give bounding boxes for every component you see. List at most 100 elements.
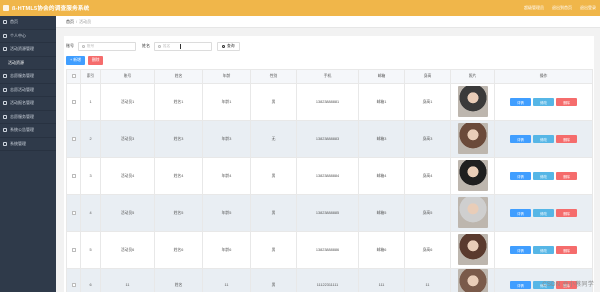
cell-photo <box>450 120 495 158</box>
edit-button[interactable]: 修改 <box>533 246 554 254</box>
sidebar-item-7[interactable]: 志愿服务管理 <box>0 111 56 124</box>
cell-index: 3 <box>80 157 101 195</box>
profile-photo <box>457 197 488 228</box>
sidebar-item-label: 活动报名管理 <box>10 100 34 106</box>
list-icon <box>3 74 7 79</box>
delete-button[interactable]: 删除 <box>556 172 577 180</box>
detail-button[interactable]: 详情 <box>510 98 531 106</box>
edit-button[interactable]: 修改 <box>533 209 554 217</box>
profile-photo <box>457 160 488 191</box>
cell-name: 姓名1 <box>154 83 203 121</box>
detail-button[interactable]: 详情 <box>510 209 531 217</box>
cell-phone: 13823888885 <box>296 194 359 232</box>
search-bar: 账号 账号 姓名 姓名 查询 <box>66 40 240 52</box>
select-all-checkbox[interactable] <box>71 74 76 78</box>
breadcrumb: 首页 / 活动员 <box>56 16 600 28</box>
action-bar: + 新增 删除 <box>66 56 104 65</box>
app-title: ß-HTML5协会的调查服务系统 <box>12 6 90 12</box>
sidebar-item-label: 志愿服务管理 <box>10 73 34 79</box>
search-icon <box>158 44 161 48</box>
list-icon <box>3 47 7 52</box>
row-checkbox[interactable] <box>71 136 76 141</box>
breadcrumb-separator: / <box>76 19 78 24</box>
row-checkbox[interactable] <box>71 210 76 215</box>
edit-button[interactable]: 修改 <box>533 172 554 180</box>
cell-name: 姓名 <box>154 268 203 292</box>
cell-height: 11 <box>404 268 451 292</box>
row-checkbox[interactable] <box>71 99 76 104</box>
name-label: 姓名 <box>142 43 150 48</box>
batch-delete-button[interactable]: 删除 <box>87 56 104 65</box>
cell-height: 身高1 <box>404 83 451 121</box>
main-content: 首页 / 活动员 账号 账号 姓名 姓名 查询 + 新增 删除 索引 账号 姓名… <box>56 16 600 292</box>
cell-age: 年龄4 <box>202 157 251 195</box>
delete-button[interactable]: 删除 <box>556 135 577 143</box>
sidebar-item-6[interactable]: 活动报名管理 <box>0 97 56 111</box>
cell-gender: 男 <box>250 268 297 292</box>
cell-email: 邮箱1 <box>358 83 405 121</box>
profile-photo <box>457 269 488 292</box>
gear-icon <box>3 141 7 146</box>
row-checkbox[interactable] <box>71 282 76 287</box>
cell-height: 身高5 <box>404 194 451 232</box>
detail-button[interactable]: 详情 <box>510 135 531 143</box>
sidebar-item-1[interactable]: 个人中心 <box>0 30 56 43</box>
delete-button[interactable]: 删除 <box>556 209 577 217</box>
sidebar-item-8[interactable]: 系统公告管理 <box>0 124 56 138</box>
cell-age: 11 <box>202 268 251 292</box>
sidebar-item-0[interactable]: 首页 <box>0 16 56 30</box>
cell-email: 邮箱6 <box>358 231 405 269</box>
edit-button[interactable]: 修改 <box>533 135 554 143</box>
row-checkbox-cell <box>66 268 81 292</box>
text-cursor <box>180 43 181 49</box>
cell-email: 111 <box>358 268 405 292</box>
sidebar-item-3[interactable]: 活动资源 <box>0 57 56 70</box>
add-button[interactable]: + 新增 <box>66 56 85 65</box>
column-header: 年龄 <box>202 69 251 84</box>
cell-age: 年龄1 <box>202 83 251 121</box>
account-label: 账号 <box>66 43 74 48</box>
home-icon <box>3 20 7 25</box>
cell-gender: 男 <box>250 194 297 232</box>
cell-email: 邮箱4 <box>358 157 405 195</box>
watermark: CSDN @小蔡同学 <box>542 282 594 288</box>
sidebar-item-2[interactable]: 活动资源管理 <box>0 43 56 57</box>
query-button[interactable]: 查询 <box>217 41 240 51</box>
cell-index: 5 <box>80 231 101 269</box>
top-link-admin[interactable]: 超级管理员 <box>524 5 544 11</box>
cell-gender: 男 <box>250 157 297 195</box>
column-header[interactable] <box>66 69 81 84</box>
list-panel: 账号 账号 姓名 姓名 查询 + 新增 删除 索引 账号 姓名 年龄 性别 手机… <box>64 36 594 292</box>
detail-button[interactable]: 详情 <box>510 281 531 289</box>
sidebar-item-label: 活动资源管理 <box>10 46 34 52</box>
cell-account: 活动员4 <box>100 157 155 195</box>
sidebar-item-label: 系统管理 <box>10 140 26 146</box>
cell-operations: 详情 修改 删除 <box>494 157 593 195</box>
edit-button[interactable]: 修改 <box>533 98 554 106</box>
sidebar-item-4[interactable]: 志愿服务管理 <box>0 70 56 84</box>
column-header: 手机 <box>296 69 359 84</box>
sidebar-item-5[interactable]: 志愿活动管理 <box>0 84 56 97</box>
detail-button[interactable]: 详情 <box>510 172 531 180</box>
name-search-input[interactable]: 姓名 <box>154 41 212 51</box>
breadcrumb-home[interactable]: 首页 <box>66 19 74 25</box>
row-checkbox[interactable] <box>71 247 76 252</box>
list-icon <box>3 87 7 92</box>
top-link-home[interactable]: 退出到首页 <box>552 5 572 11</box>
top-link-logout[interactable]: 退出登录 <box>580 5 596 11</box>
delete-button[interactable]: 删除 <box>556 246 577 254</box>
column-header: 性别 <box>250 69 297 84</box>
sidebar-item-9[interactable]: 系统管理 <box>0 138 56 151</box>
user-icon <box>3 33 7 38</box>
account-search-input[interactable]: 账号 <box>78 41 136 51</box>
table-row: 3 活动员4 姓名4 年龄4 男 13823888884 邮箱4 身高4 详情 修改 删除 <box>66 157 593 195</box>
cell-photo <box>450 157 495 195</box>
cell-index: 4 <box>80 194 101 232</box>
delete-button[interactable]: 删除 <box>556 98 577 106</box>
column-header: 身高 <box>404 69 451 84</box>
row-checkbox[interactable] <box>71 173 76 178</box>
cell-operations: 详情 修改 删除 <box>494 83 593 121</box>
profile-photo <box>457 123 488 154</box>
detail-button[interactable]: 详情 <box>510 246 531 254</box>
cell-photo <box>450 194 495 232</box>
